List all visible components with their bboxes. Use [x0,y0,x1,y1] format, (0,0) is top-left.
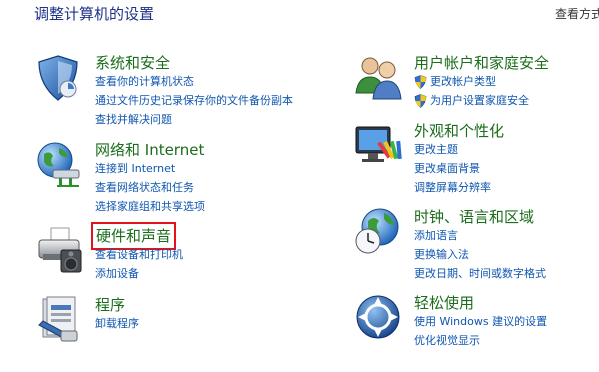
category-title[interactable]: 硬件和声音 [90,222,177,250]
link-view-computer-status[interactable]: 查看你的计算机状态 [95,72,293,91]
link-uninstall-program[interactable]: 卸载程序 [95,314,139,333]
link-add-language[interactable]: 添加语言 [414,226,546,245]
link-add-device[interactable]: 添加设备 [95,264,183,283]
link-file-history-backup[interactable]: 通过文件历史记录保存你的文件备份副本 [95,91,293,110]
shield-icon[interactable] [35,53,85,103]
link-network-status[interactable]: 查看网络状态和任务 [95,178,205,197]
link-homegroup-sharing[interactable]: 选择家庭组和共享选项 [95,197,205,216]
page-title: 调整计算机的设置 [34,5,155,23]
link-windows-suggested-settings[interactable]: 使用 Windows 建议的设置 [414,312,547,331]
link-screen-resolution[interactable]: 调整屏幕分辨率 [414,178,491,197]
category-title[interactable]: 外观和个性化 [414,121,504,141]
link-troubleshoot[interactable]: 查找并解决问题 [95,110,293,129]
category-title[interactable]: 轻松使用 [414,293,474,313]
link-change-input-method[interactable]: 更换输入法 [414,245,546,264]
monitor-icon[interactable] [354,121,404,171]
category-title[interactable]: 用户帐户和家庭安全 [414,53,549,73]
uac-shield-icon [414,94,427,108]
link-change-theme[interactable]: 更改主题 [414,140,491,159]
link-desktop-background[interactable]: 更改桌面背景 [414,159,491,178]
link-devices-printers[interactable]: 查看设备和打印机 [95,245,183,264]
uac-shield-icon [414,75,427,89]
view-by-label[interactable]: 查看方式 [555,5,599,22]
link-label: 为用户设置家庭安全 [430,94,529,107]
link-change-account-type[interactable]: 更改帐户类型 [414,72,529,91]
programs-icon[interactable] [35,295,85,345]
link-family-safety[interactable]: 为用户设置家庭安全 [414,91,529,110]
printer-icon[interactable] [35,226,85,276]
link-date-time-format[interactable]: 更改日期、时间或数字格式 [414,264,546,283]
users-icon[interactable] [354,53,404,103]
category-title[interactable]: 时钟、语言和区域 [414,207,534,227]
link-label: 更改帐户类型 [430,75,496,88]
category-title[interactable]: 系统和安全 [95,53,170,73]
globe-network-icon[interactable] [35,140,85,190]
ease-of-access-icon[interactable] [354,293,404,343]
clock-globe-icon[interactable] [354,207,404,257]
category-title[interactable]: 程序 [95,295,125,315]
link-optimize-visual-display[interactable]: 优化视觉显示 [414,331,547,350]
category-title[interactable]: 网络和 Internet [95,140,204,160]
link-connect-internet[interactable]: 连接到 Internet [95,159,205,178]
